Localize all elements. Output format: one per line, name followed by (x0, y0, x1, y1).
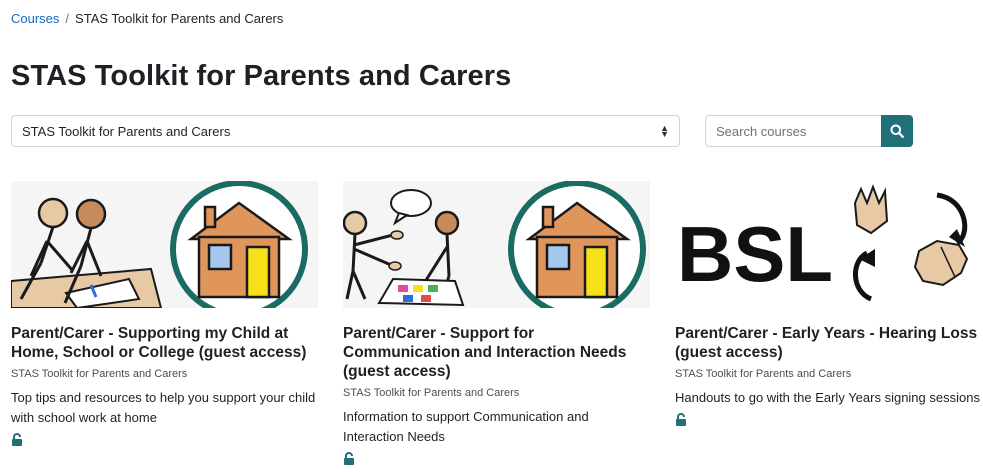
course-card: Parent/Carer - Support for Communication… (343, 181, 650, 470)
bsl-logo-text: BSL (677, 210, 833, 298)
category-select[interactable]: STAS Toolkit for Parents and Carers ▲ ▼ (11, 115, 680, 147)
search-icon (890, 124, 904, 138)
unlock-icon (343, 452, 355, 470)
category-select-value: STAS Toolkit for Parents and Carers (22, 123, 231, 139)
unlock-icon (675, 413, 687, 431)
course-image-people-writing-house[interactable] (11, 181, 318, 308)
search-input[interactable] (705, 115, 881, 147)
course-search (705, 115, 913, 147)
select-arrows-icon: ▲ ▼ (660, 123, 669, 139)
course-category: STAS Toolkit for Parents and Carers (675, 368, 852, 380)
course-name-link[interactable]: Parent/Carer - Supporting my Child at Ho… (11, 324, 318, 362)
course-category: STAS Toolkit for Parents and Carers (11, 368, 188, 380)
breadcrumb-separator: / (65, 11, 70, 26)
breadcrumb-current: STAS Toolkit for Parents and Carers (75, 11, 284, 26)
course-card: BSL Parent/Carer - Early Years - Hearing… (675, 181, 983, 431)
breadcrumb: Courses / STAS Toolkit for Parents and C… (11, 11, 283, 26)
search-button[interactable] (881, 115, 913, 147)
breadcrumb-courses-link[interactable]: Courses (11, 11, 59, 26)
course-image-people-communicating-house[interactable] (343, 181, 650, 308)
course-card: Parent/Carer - Supporting my Child at Ho… (11, 181, 318, 451)
course-name-link[interactable]: Parent/Carer - Early Years - Hearing Los… (675, 324, 983, 362)
unlock-icon (11, 433, 23, 451)
course-summary: Top tips and resources to help you suppo… (11, 390, 316, 425)
course-image-bsl-signing[interactable]: BSL (675, 181, 983, 308)
page-title: STAS Toolkit for Parents and Carers (11, 60, 512, 92)
course-category: STAS Toolkit for Parents and Carers (343, 387, 520, 399)
course-summary: Handouts to go with the Early Years sign… (675, 390, 980, 405)
course-name-link[interactable]: Parent/Carer - Support for Communication… (343, 324, 650, 381)
course-summary: Information to support Communication and… (343, 409, 589, 444)
